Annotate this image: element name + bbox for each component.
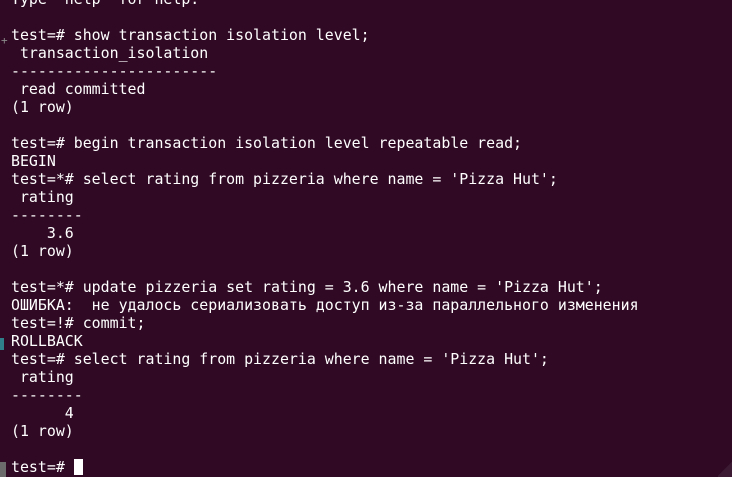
scroll-marker (0, 462, 6, 477)
terminal-line: (1 row) (11, 422, 74, 440)
terminal-line: Type help for help. (11, 0, 639, 8)
terminal-line: test=!# commit; (11, 314, 146, 332)
terminal-line: ROLLBACK (11, 332, 83, 350)
terminal-line: test=*# update pizzeria set rating = 3.6… (11, 278, 603, 296)
terminal-line: test=# begin transaction isolation level… (11, 134, 523, 152)
terminal-line: test=# select rating from pizzeria where… (11, 350, 549, 368)
terminal-line: transaction_isolation (11, 44, 209, 62)
resize-corner-icon[interactable] (718, 461, 732, 477)
terminal-line: 3.6 (11, 224, 74, 242)
terminal-line: BEGIN (11, 152, 56, 170)
command-prompt: test=# (11, 458, 65, 476)
plus-icon: + (1, 34, 8, 47)
scroll-marker (0, 338, 4, 350)
terminal-line: (1 row) (11, 242, 74, 260)
terminal-output: Type help for help. test=# show transact… (11, 0, 639, 476)
terminal-line: ОШИБКА: не удалось сериализовать доступ … (11, 296, 639, 314)
block-cursor-icon (73, 459, 83, 475)
terminal-line: ----------------------- (11, 62, 218, 80)
terminal-line: (1 row) (11, 98, 74, 116)
terminal-line: rating (11, 188, 74, 206)
terminal-line: read committed (11, 80, 146, 98)
terminal-line: test=*# select rating from pizzeria wher… (11, 170, 558, 188)
terminal-line: -------- (11, 386, 83, 404)
terminal-line: -------- (11, 206, 83, 224)
terminal-line: 4 (11, 404, 74, 422)
terminal-gutter: + (0, 0, 8, 477)
terminal-line: rating (11, 368, 74, 386)
command-input-line[interactable]: test=# (11, 458, 639, 476)
terminal-window[interactable]: + Type help for help. test=# show transa… (0, 0, 732, 477)
terminal-line: test=# show transaction isolation level; (11, 26, 370, 44)
